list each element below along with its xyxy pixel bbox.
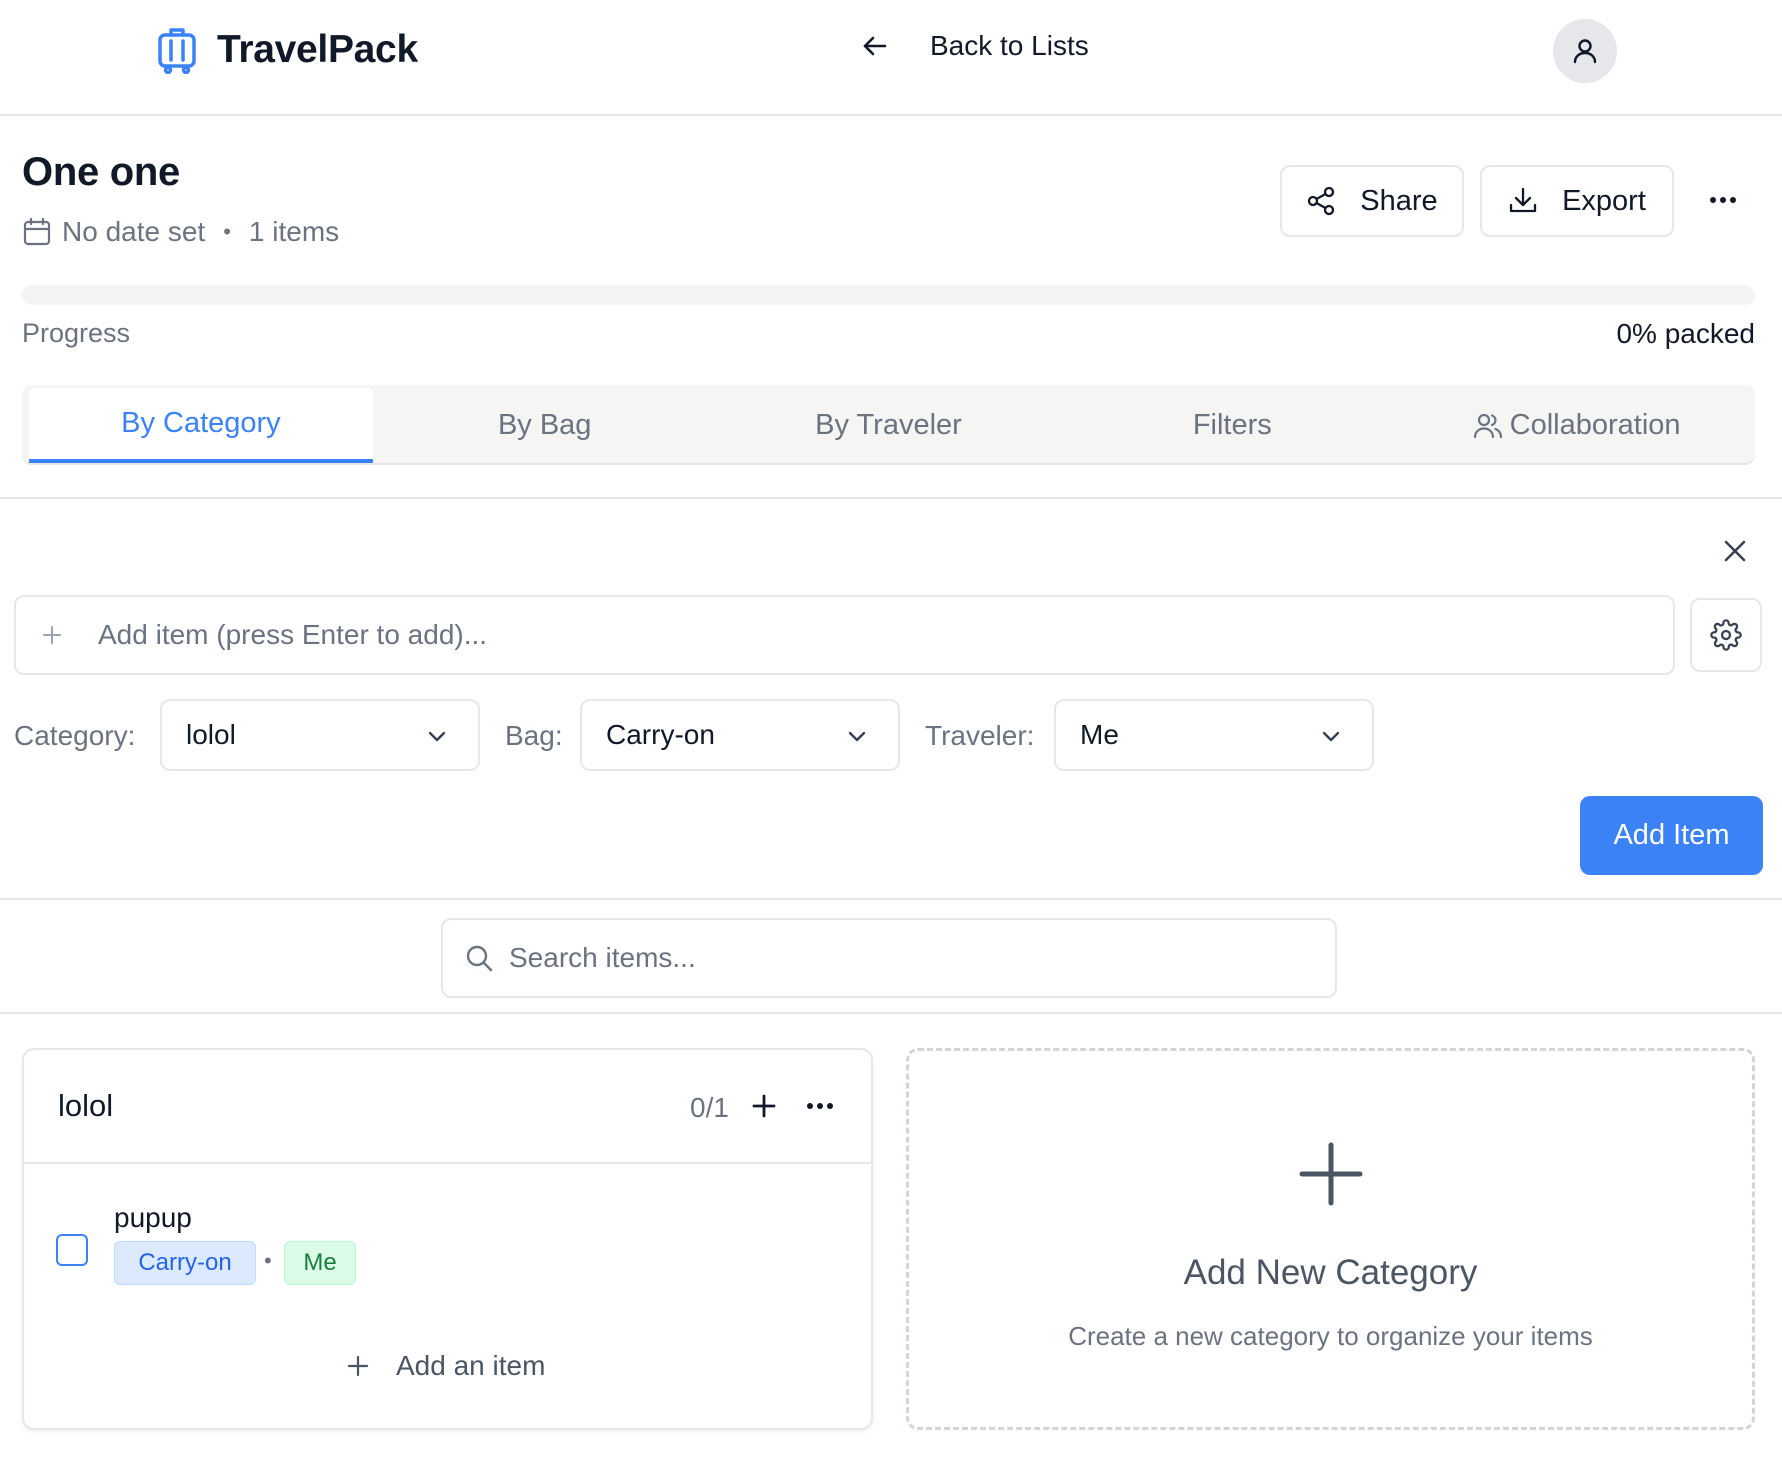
category-header: lolol 0/1 [24, 1050, 871, 1164]
app-name: TravelPack [217, 28, 418, 71]
more-horizontal-icon [1710, 197, 1736, 203]
add-new-category-description: Create a new category to organize your i… [1068, 1321, 1593, 1351]
luggage-icon [158, 28, 196, 74]
calendar-icon [23, 217, 51, 246]
close-icon[interactable] [1718, 534, 1752, 568]
chevron-down-icon [848, 731, 866, 742]
gear-icon [1710, 619, 1742, 651]
back-to-lists-label: Back to Lists [930, 30, 1089, 61]
tab-by-bag[interactable]: By Bag [373, 388, 717, 463]
add-new-category-card[interactable]: Add New Category Create a new category t… [906, 1048, 1755, 1430]
plus-icon [1299, 1142, 1363, 1206]
add-new-category-title: Add New Category [1183, 1253, 1478, 1292]
list-item-count: 1 items [248, 216, 340, 247]
category-label: Category: [14, 720, 136, 751]
download-icon [1509, 187, 1537, 213]
user-icon [1573, 39, 1597, 64]
category-name: lolol [58, 1088, 114, 1123]
tab-collaboration[interactable]: Collaboration [1404, 388, 1748, 463]
arrow-left-icon [863, 36, 887, 56]
category-select[interactable]: lolol [160, 699, 480, 771]
section-divider [0, 497, 1782, 499]
chevron-down-icon [428, 731, 446, 742]
add-item-button[interactable]: Add Item [1580, 796, 1763, 875]
export-button[interactable]: Export [1480, 165, 1674, 237]
back-to-lists-link[interactable]: Back to Lists [860, 30, 1089, 62]
export-label: Export [1562, 184, 1646, 217]
tab-label: By Traveler [815, 409, 962, 441]
share-label: Share [1360, 184, 1438, 217]
traveler-select[interactable]: Me [1054, 699, 1374, 771]
add-an-item-button[interactable]: Add an item [344, 1350, 545, 1382]
tab-by-category[interactable]: By Category [29, 388, 373, 463]
list-meta: No date set • 1 items [22, 216, 339, 248]
view-tabs: By Category By Bag By Traveler Filters C… [22, 385, 1755, 465]
search-field[interactable] [441, 918, 1337, 998]
bag-select-value: Carry-on [606, 719, 715, 750]
traveler-select-value: Me [1080, 719, 1119, 750]
share-button[interactable]: Share [1280, 165, 1464, 237]
plus-icon [347, 1355, 369, 1377]
tab-label: Filters [1192, 409, 1272, 441]
user-avatar-button[interactable] [1553, 19, 1617, 83]
tab-label: By Category [121, 407, 281, 439]
tab-by-traveler[interactable]: By Traveler [717, 388, 1061, 463]
bag-label: Bag: [505, 720, 563, 751]
progress-bar [22, 285, 1755, 305]
plus-icon [43, 626, 61, 644]
tab-label: By Bag [497, 409, 592, 441]
tab-label: Collaboration [1509, 409, 1681, 441]
progress-label: Progress [22, 318, 131, 348]
users-icon [1473, 413, 1502, 438]
progress-value: 0% packed [1616, 318, 1755, 349]
tab-filters[interactable]: Filters [1060, 388, 1404, 463]
category-card: lolol 0/1 pupup Carry-on • Me Add an ite… [22, 1048, 873, 1430]
top-bar: TravelPack Back to Lists [0, 0, 1782, 116]
item-settings-button[interactable] [1690, 598, 1762, 672]
add-item-input[interactable] [98, 619, 1598, 651]
item-checkbox[interactable] [56, 1234, 88, 1266]
item-name: pupup [114, 1202, 192, 1233]
list-date: No date set [62, 216, 206, 247]
category-count: 0/1 [690, 1092, 729, 1123]
more-options-button[interactable] [1700, 180, 1746, 220]
section-divider [0, 898, 1782, 900]
list-title: One one [22, 150, 180, 194]
share-icon [1308, 186, 1335, 216]
section-divider [0, 1012, 1782, 1014]
traveler-label: Traveler: [925, 720, 1035, 751]
category-select-value: lolol [186, 719, 236, 750]
add-item-field[interactable] [14, 595, 1675, 675]
bag-tag: Carry-on [114, 1241, 256, 1285]
bag-select[interactable]: Carry-on [580, 699, 900, 771]
plus-icon[interactable] [746, 1088, 782, 1124]
chevron-down-icon [1322, 731, 1340, 742]
brand[interactable]: TravelPack [155, 26, 418, 74]
search-input[interactable] [509, 942, 1309, 974]
search-icon [466, 945, 493, 972]
traveler-tag: Me [284, 1241, 356, 1285]
add-an-item-label: Add an item [396, 1350, 546, 1381]
tag-separator: • [264, 1248, 272, 1273]
meta-separator: • [223, 219, 231, 244]
more-horizontal-icon[interactable] [802, 1088, 838, 1124]
